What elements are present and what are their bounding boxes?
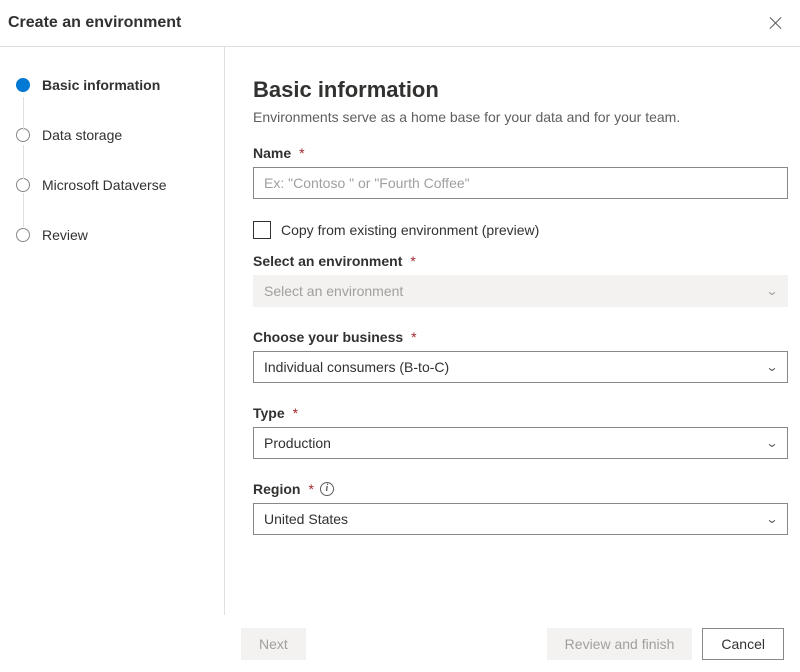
step-connector [23,145,24,179]
chevron-down-icon: ⌄ [765,360,778,374]
step-label: Data storage [42,127,122,143]
select-value: United States [264,511,348,527]
step-dot-icon [16,228,30,242]
name-input[interactable] [253,167,788,199]
region-label: Region * i [253,481,788,497]
close-icon[interactable] [768,15,784,31]
page-description: Environments serve as a home base for yo… [253,109,788,125]
step-basic-information[interactable]: Basic information [16,77,224,93]
step-label: Basic information [42,77,160,93]
step-data-storage[interactable]: Data storage [16,127,224,143]
required-asterisk: * [411,329,416,345]
next-button: Next [241,628,306,660]
business-label: Choose your business * [253,329,788,345]
select-environment-label: Select an environment * [253,253,788,269]
review-and-finish-button: Review and finish [547,628,693,660]
required-asterisk: * [293,405,298,421]
step-active-dot-icon [16,78,30,92]
step-connector [23,193,24,227]
chevron-down-icon: ⌄ [765,284,778,298]
copy-from-existing-checkbox[interactable]: Copy from existing environment (preview) [253,221,788,239]
cancel-button[interactable]: Cancel [702,628,784,660]
dialog-title: Create an environment [8,14,181,32]
wizard-steps: Basic information Data storage Microsoft… [0,47,225,615]
required-asterisk: * [410,253,415,269]
step-review[interactable]: Review [16,227,224,243]
info-icon[interactable]: i [320,482,334,496]
label-text: Region [253,481,300,497]
label-text: Name [253,145,291,161]
label-text: Select an environment [253,253,402,269]
required-asterisk: * [299,145,304,161]
type-label: Type * [253,405,788,421]
step-microsoft-dataverse[interactable]: Microsoft Dataverse [16,177,224,193]
page-heading: Basic information [253,77,788,103]
name-label: Name * [253,145,788,161]
required-asterisk: * [308,481,313,497]
chevron-down-icon: ⌄ [765,436,778,450]
select-value: Individual consumers (B-to-C) [264,359,449,375]
label-text: Choose your business [253,329,403,345]
dialog-footer: Next Review and finish Cancel [225,615,800,672]
step-dot-icon [16,178,30,192]
type-dropdown[interactable]: Production ⌄ [253,427,788,459]
main-panel: Basic information Environments serve as … [225,47,800,615]
step-label: Review [42,227,88,243]
region-dropdown[interactable]: United States ⌄ [253,503,788,535]
checkbox-label: Copy from existing environment (preview) [281,222,539,238]
select-environment-dropdown: Select an environment ⌄ [253,275,788,307]
checkbox-icon [253,221,271,239]
chevron-down-icon: ⌄ [765,512,778,526]
select-value: Production [264,435,331,451]
label-text: Type [253,405,285,421]
step-connector [23,97,24,131]
step-label: Microsoft Dataverse [42,177,166,193]
select-value: Select an environment [264,283,403,299]
business-dropdown[interactable]: Individual consumers (B-to-C) ⌄ [253,351,788,383]
